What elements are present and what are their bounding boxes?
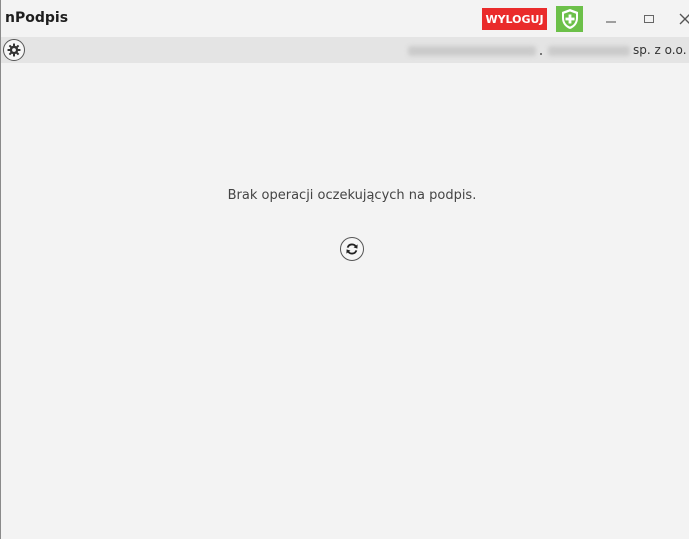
maximize-button[interactable] <box>638 8 660 30</box>
shield-plus-icon <box>561 9 578 29</box>
refresh-button[interactable] <box>340 237 364 261</box>
app-title: nPodpis <box>5 10 69 26</box>
refresh-icon <box>346 243 358 255</box>
app-window: nPodpis WYLOGUJ sp. z o.o. Brak operacji… <box>0 0 689 539</box>
company-suffix: sp. z o.o. <box>633 43 687 57</box>
security-shield-button[interactable] <box>556 6 583 32</box>
close-button[interactable] <box>674 8 689 30</box>
settings-button[interactable] <box>3 39 25 61</box>
toolbar: sp. z o.o. <box>1 37 689 63</box>
empty-state-message: Brak operacji oczekujących na podpis. <box>227 188 477 203</box>
maximize-icon <box>644 15 654 23</box>
minimize-button[interactable] <box>600 8 622 30</box>
minimize-icon <box>606 21 616 23</box>
redacted-user-name <box>408 46 536 56</box>
title-bar: nPodpis WYLOGUJ <box>1 0 689 36</box>
redacted-separator <box>540 53 542 55</box>
close-icon <box>679 13 689 25</box>
redacted-company-name <box>548 46 630 56</box>
gear-icon <box>7 43 21 57</box>
logout-button[interactable]: WYLOGUJ <box>482 8 547 30</box>
